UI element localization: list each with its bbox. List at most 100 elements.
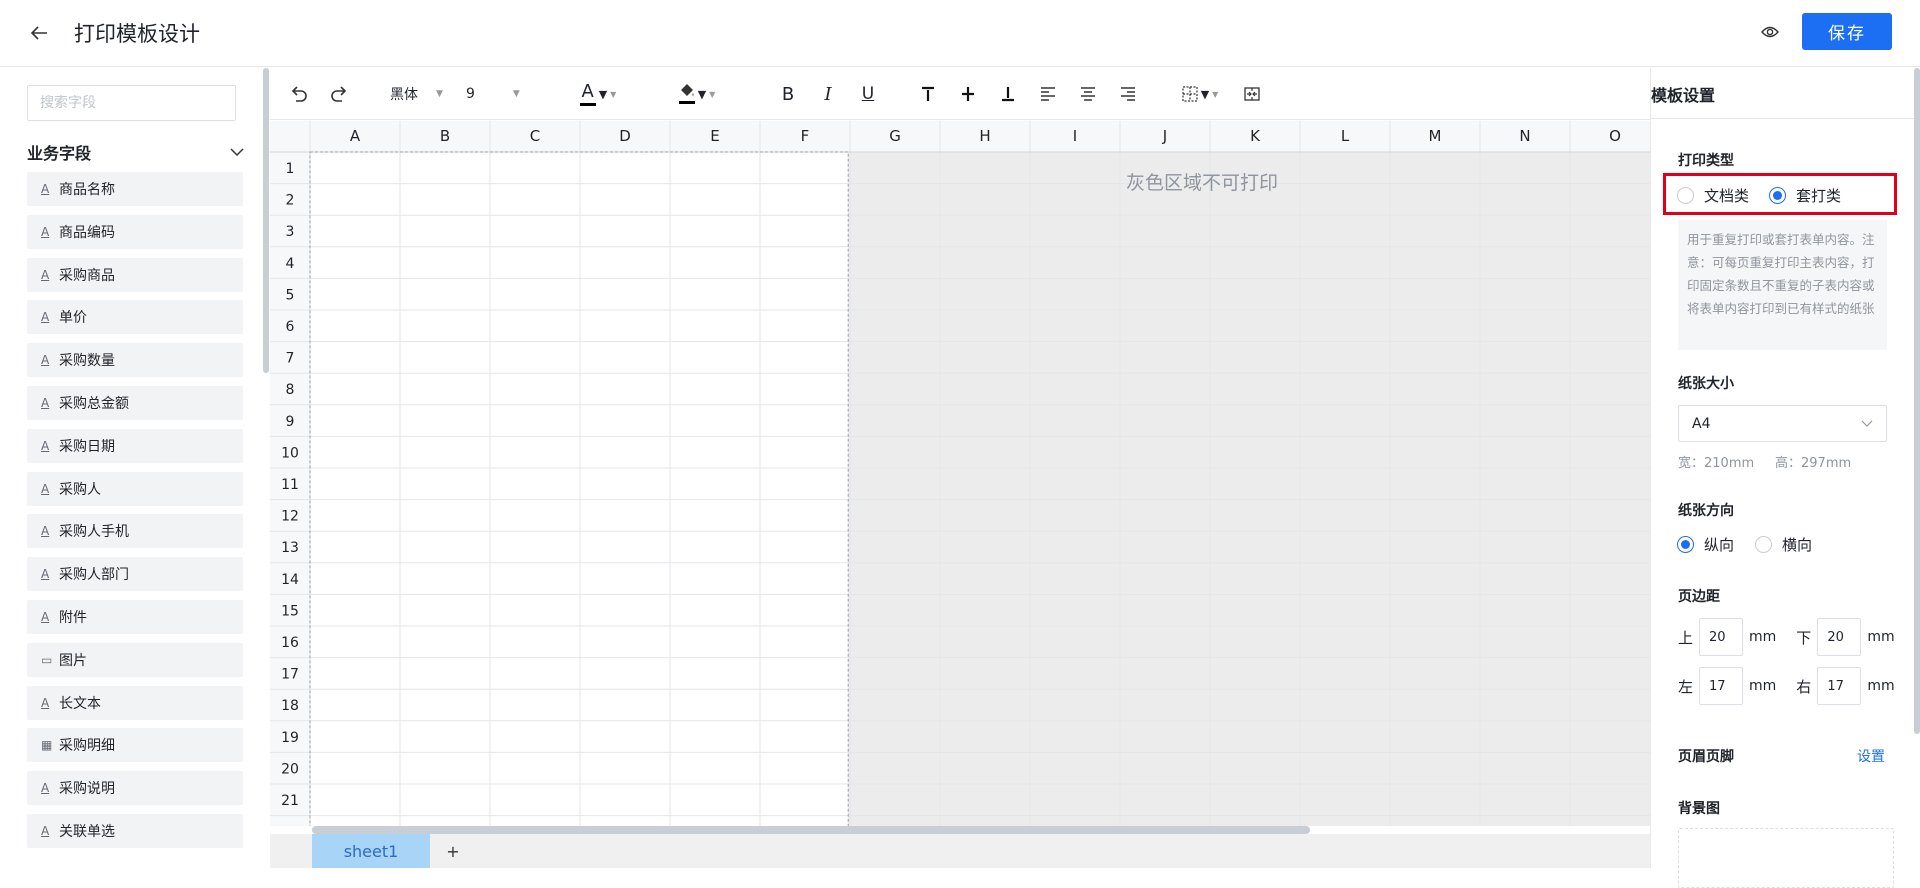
orientation-landscape-radio[interactable]: 横向 bbox=[1755, 534, 1812, 555]
paper-size-select[interactable]: A4 bbox=[1678, 405, 1887, 442]
row-header[interactable]: 1 bbox=[286, 161, 295, 177]
unit-label: mm bbox=[1749, 678, 1777, 694]
back-button[interactable] bbox=[26, 20, 52, 46]
field-item[interactable]: A 采购说明 bbox=[27, 771, 243, 806]
background-image-upload[interactable] bbox=[1678, 828, 1894, 888]
column-header[interactable]: F bbox=[801, 127, 810, 145]
row-header[interactable]: 18 bbox=[281, 698, 299, 714]
column-header[interactable]: C bbox=[530, 127, 540, 145]
field-item[interactable]: A 采购商品 bbox=[27, 257, 243, 292]
panel-scrollbar[interactable] bbox=[1914, 68, 1920, 734]
caret-down-icon: ▼ bbox=[1212, 89, 1219, 99]
align-left-button[interactable] bbox=[1036, 81, 1060, 107]
field-item[interactable]: A 采购人部门 bbox=[27, 557, 243, 592]
border-icon bbox=[1182, 86, 1198, 102]
field-item[interactable]: A 附件 bbox=[27, 599, 243, 634]
font-color-button[interactable]: A ▼ ▼ bbox=[574, 81, 622, 107]
row-header[interactable]: 13 bbox=[281, 540, 299, 556]
column-header[interactable]: L bbox=[1341, 127, 1350, 145]
row-header[interactable]: 4 bbox=[286, 256, 295, 272]
sheet-tab-bar: sheet1 + bbox=[270, 834, 1650, 868]
field-item[interactable]: A 商品编码 bbox=[27, 214, 243, 249]
align-bottom-button[interactable] bbox=[996, 81, 1020, 107]
row-header[interactable]: 17 bbox=[281, 667, 299, 683]
row-header[interactable]: 21 bbox=[281, 793, 299, 809]
row-header[interactable]: 6 bbox=[286, 319, 295, 335]
row-header[interactable]: 14 bbox=[281, 572, 299, 588]
margin-right-input[interactable] bbox=[1817, 667, 1862, 705]
grid-canvas[interactable]: A B C D E F G H I J K L M N O1234567891011121314151617… bbox=[270, 121, 1650, 826]
row-header[interactable]: 10 bbox=[281, 445, 299, 461]
preview-button[interactable] bbox=[1758, 20, 1782, 44]
row-header[interactable]: 2 bbox=[286, 193, 295, 209]
field-item[interactable]: ▦ 采购明细 bbox=[27, 728, 243, 763]
font-family-select[interactable]: 黑体 ▼ bbox=[390, 81, 450, 107]
fill-color-button[interactable]: ▼ ▼ bbox=[672, 81, 722, 107]
column-header[interactable]: I bbox=[1073, 127, 1077, 145]
non-printable-area-label: 灰色区域不可打印 bbox=[1126, 172, 1279, 194]
undo-button[interactable] bbox=[286, 81, 312, 107]
row-header[interactable]: 19 bbox=[281, 730, 299, 746]
row-header[interactable]: 12 bbox=[281, 509, 299, 525]
field-item[interactable]: A 采购总金额 bbox=[27, 385, 243, 420]
field-item[interactable]: A 采购数量 bbox=[27, 343, 243, 378]
align-center-button[interactable] bbox=[1076, 81, 1100, 107]
underline-button[interactable]: U bbox=[856, 81, 880, 107]
bold-button[interactable]: B bbox=[776, 81, 800, 107]
sheet-tab-sheet1[interactable]: sheet1 bbox=[312, 834, 430, 868]
column-header[interactable]: A bbox=[350, 127, 361, 145]
sidebar-scrollbar[interactable] bbox=[263, 68, 269, 373]
row-header[interactable]: 7 bbox=[286, 351, 295, 367]
align-middle-button[interactable] bbox=[956, 81, 980, 107]
margin-left-input[interactable] bbox=[1699, 667, 1744, 705]
column-header[interactable]: O bbox=[1609, 127, 1621, 145]
orientation-portrait-radio[interactable]: 纵向 bbox=[1677, 534, 1734, 555]
field-item[interactable]: A 商品名称 bbox=[27, 172, 243, 206]
margin-top-input[interactable] bbox=[1699, 618, 1744, 656]
row-header[interactable]: 20 bbox=[281, 761, 299, 777]
print-type-overlay-radio[interactable]: 套打类 bbox=[1769, 185, 1841, 206]
column-header[interactable]: D bbox=[619, 127, 631, 145]
column-header[interactable]: B bbox=[440, 127, 450, 145]
field-item[interactable]: A 采购人 bbox=[27, 471, 243, 506]
save-button[interactable]: 保存 bbox=[1802, 13, 1892, 50]
redo-button[interactable] bbox=[326, 81, 352, 107]
column-header[interactable]: M bbox=[1429, 127, 1442, 145]
add-sheet-button[interactable]: + bbox=[442, 840, 464, 862]
border-button[interactable]: ▼ ▼ bbox=[1173, 81, 1227, 107]
column-header[interactable]: H bbox=[979, 127, 990, 145]
row-header[interactable]: 5 bbox=[286, 287, 295, 303]
row-header[interactable]: 9 bbox=[286, 414, 295, 430]
business-fields-group-toggle[interactable]: 业务字段 bbox=[27, 140, 244, 164]
field-item-label: 商品名称 bbox=[59, 182, 115, 198]
row-header[interactable]: 22 bbox=[281, 825, 299, 826]
column-header[interactable]: N bbox=[1519, 127, 1530, 145]
column-header[interactable]: K bbox=[1250, 127, 1261, 145]
text-field-icon: A bbox=[41, 182, 50, 196]
spreadsheet-grid[interactable]: A B C D E F G H I J K L M N O 1 2 3 4 5 6 7 8 9 10 11 12 13 14 15 16 17… bbox=[270, 121, 1650, 826]
print-type-document-radio[interactable]: 文档类 bbox=[1677, 185, 1749, 206]
align-right-button[interactable] bbox=[1116, 81, 1140, 107]
row-header[interactable]: 8 bbox=[286, 382, 295, 398]
field-item[interactable]: A 长文本 bbox=[27, 685, 243, 720]
row-header[interactable]: 11 bbox=[281, 477, 299, 493]
column-header[interactable]: E bbox=[710, 127, 719, 145]
field-item[interactable]: A 采购人手机 bbox=[27, 514, 243, 549]
column-header[interactable]: J bbox=[1162, 127, 1167, 145]
italic-button[interactable]: I bbox=[816, 81, 840, 107]
column-header[interactable]: G bbox=[889, 127, 901, 145]
merge-cells-button[interactable] bbox=[1240, 81, 1264, 107]
field-item[interactable]: ▭ 图片 bbox=[27, 642, 243, 677]
align-top-button[interactable] bbox=[916, 81, 940, 107]
margin-bottom-input[interactable] bbox=[1817, 618, 1862, 656]
row-header[interactable]: 16 bbox=[281, 635, 299, 651]
field-item[interactable]: A 关联单选 bbox=[27, 813, 243, 848]
field-search-input[interactable] bbox=[27, 85, 236, 121]
field-item[interactable]: A 采购日期 bbox=[27, 428, 243, 463]
row-header[interactable]: 15 bbox=[281, 603, 299, 619]
field-item[interactable]: A 单价 bbox=[27, 300, 243, 335]
header-footer-settings-link[interactable]: 设置 bbox=[1857, 746, 1885, 766]
font-size-select[interactable]: 9 ▼ bbox=[466, 81, 536, 107]
horizontal-scrollbar[interactable] bbox=[312, 826, 1310, 834]
row-header[interactable]: 3 bbox=[286, 224, 295, 240]
